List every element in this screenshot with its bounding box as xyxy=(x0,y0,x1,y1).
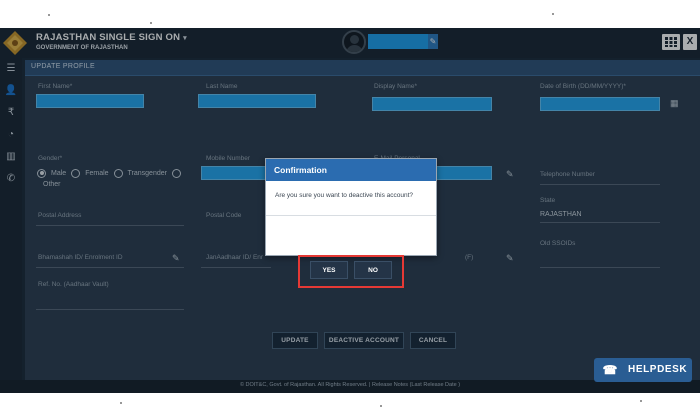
background-speck xyxy=(120,402,122,404)
dialog-title: Confirmation xyxy=(274,165,327,175)
telephone-icon: ☎ xyxy=(602,363,618,377)
dialog-divider xyxy=(266,215,436,216)
background-speck xyxy=(48,14,50,16)
confirmation-dialog: Confirmation Are you sure you want to de… xyxy=(265,158,437,256)
background-speck xyxy=(552,13,554,15)
helpdesk-button[interactable]: ☎ HELPDESK xyxy=(594,358,692,382)
background-speck xyxy=(150,22,152,24)
sso-app-window: RAJASTHAN SINGLE SIGN ON ▾ GOVERNMENT OF … xyxy=(0,28,700,393)
helpdesk-label: HELPDESK xyxy=(628,364,688,375)
no-button[interactable]: NO xyxy=(354,261,392,279)
background-speck xyxy=(640,400,642,402)
yes-button[interactable]: YES xyxy=(310,261,348,279)
dialog-message: Are you sure you want to deactive this a… xyxy=(275,192,414,199)
background-speck xyxy=(380,405,382,407)
dialog-header: Confirmation xyxy=(266,159,436,181)
